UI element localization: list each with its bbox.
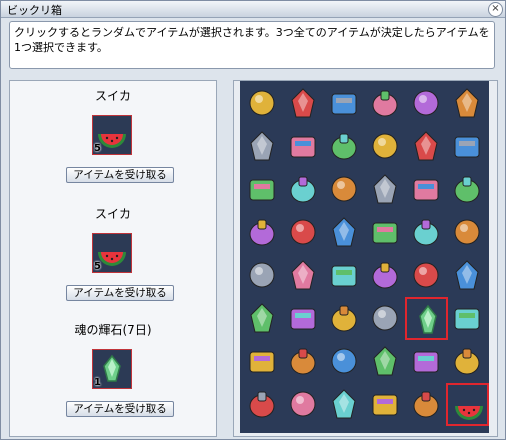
medal-i-icon[interactable]: [323, 340, 366, 383]
slot-count: 5: [94, 143, 101, 154]
result-slot-1: スイカ 5 アイテムを受け取る: [10, 87, 216, 197]
blue-capsule-icon[interactable]: [364, 297, 407, 340]
yellow-capsule-icon[interactable]: [241, 297, 284, 340]
potion-icon[interactable]: [446, 82, 489, 125]
stone-egg-icon[interactable]: [241, 211, 284, 254]
winged-scroll-icon[interactable]: [282, 297, 325, 340]
bowling-pin-icon[interactable]: [282, 125, 325, 168]
result-slot-3: 魂の輝石(7日) 1 アイテムを受け取る: [10, 321, 216, 431]
receive-item-button[interactable]: アイテムを受け取る: [66, 401, 174, 417]
capsule-icon[interactable]: [282, 383, 325, 426]
gold-ring-icon[interactable]: [241, 340, 284, 383]
backpack-icon[interactable]: [446, 254, 489, 297]
winged-ticket-icon[interactable]: [323, 125, 366, 168]
watermelon-icon[interactable]: [446, 383, 489, 426]
lucky-box-window: ビックリ箱 × クリックするとランダムでアイテムが選択されます。3つ全てのアイテ…: [0, 0, 506, 440]
window-title: ビックリ箱: [7, 4, 62, 17]
result-slot-2: スイカ 5 アイテムを受け取る: [10, 205, 216, 315]
blue-cloth-icon[interactable]: [241, 125, 284, 168]
watermelon-icon: 5: [92, 115, 132, 155]
teal-crystal-icon[interactable]: [282, 254, 325, 297]
scroll-icon[interactable]: [323, 211, 366, 254]
watermelon-icon: 5: [92, 233, 132, 273]
winged-crest-icon[interactable]: [241, 383, 284, 426]
slot-count: 5: [94, 261, 101, 272]
purple-crystal-icon[interactable]: [446, 168, 489, 211]
bowl-icon[interactable]: [364, 383, 407, 426]
ticket-icon[interactable]: [364, 82, 407, 125]
red-crystal-icon[interactable]: [364, 125, 407, 168]
title-bar[interactable]: ビックリ箱 ×: [1, 1, 505, 18]
green-crystal-icon[interactable]: [446, 125, 489, 168]
soul-stone-icon: 1: [92, 349, 132, 389]
crest-badge-icon[interactable]: [282, 340, 325, 383]
pink-potion-icon[interactable]: [364, 254, 407, 297]
scroll-pack-icon[interactable]: [323, 383, 366, 426]
blue-star-icon[interactable]: [323, 168, 366, 211]
card-icon[interactable]: [282, 211, 325, 254]
medal-icon[interactable]: [405, 211, 448, 254]
coupon-icon[interactable]: [282, 168, 325, 211]
soul-stone-icon[interactable]: [405, 297, 448, 340]
pink-cake-icon[interactable]: [323, 297, 366, 340]
receive-item-button[interactable]: アイテムを受け取る: [66, 167, 174, 183]
gold-emblem-icon[interactable]: [405, 383, 448, 426]
green-gem-icon[interactable]: [241, 254, 284, 297]
red-egg-icon[interactable]: [323, 254, 366, 297]
sandwich-icon[interactable]: [405, 82, 448, 125]
result-slots-panel: スイカ 5 アイテムを受け取る スイカ 5 アイテムを受け取る 魂の輝石(7日)…: [9, 80, 217, 437]
slot-item-name: スイカ: [94, 89, 131, 103]
red-badge-icon[interactable]: [364, 340, 407, 383]
item-grid: [240, 81, 489, 433]
slot-item-name: スイカ: [94, 207, 131, 221]
dart-icon[interactable]: [241, 82, 284, 125]
slot-item-name: 魂の輝石(7日): [74, 323, 152, 337]
orange-crystal-icon[interactable]: [241, 168, 284, 211]
receive-item-button[interactable]: アイテムを受け取る: [66, 285, 174, 301]
gold-coin-icon[interactable]: [405, 340, 448, 383]
instruction-box: クリックするとランダムでアイテムが選択されます。3つ全てのアイテムが決定したらア…: [9, 21, 495, 69]
close-icon: ×: [491, 3, 500, 14]
rose-potion-icon[interactable]: [405, 254, 448, 297]
calendar-icon[interactable]: [405, 168, 448, 211]
hammer-icon[interactable]: [446, 211, 489, 254]
black-badge-icon[interactable]: [446, 340, 489, 383]
winged-tag-icon[interactable]: [446, 297, 489, 340]
doll-icon[interactable]: [364, 211, 407, 254]
close-button[interactable]: ×: [488, 2, 503, 17]
angel-wings-icon[interactable]: [282, 82, 325, 125]
perfume-icon[interactable]: [364, 168, 407, 211]
slot-count: 1: [94, 377, 101, 388]
pot-icon[interactable]: [323, 82, 366, 125]
item-grid-panel: [233, 80, 498, 437]
blue-crystal-icon[interactable]: [405, 125, 448, 168]
